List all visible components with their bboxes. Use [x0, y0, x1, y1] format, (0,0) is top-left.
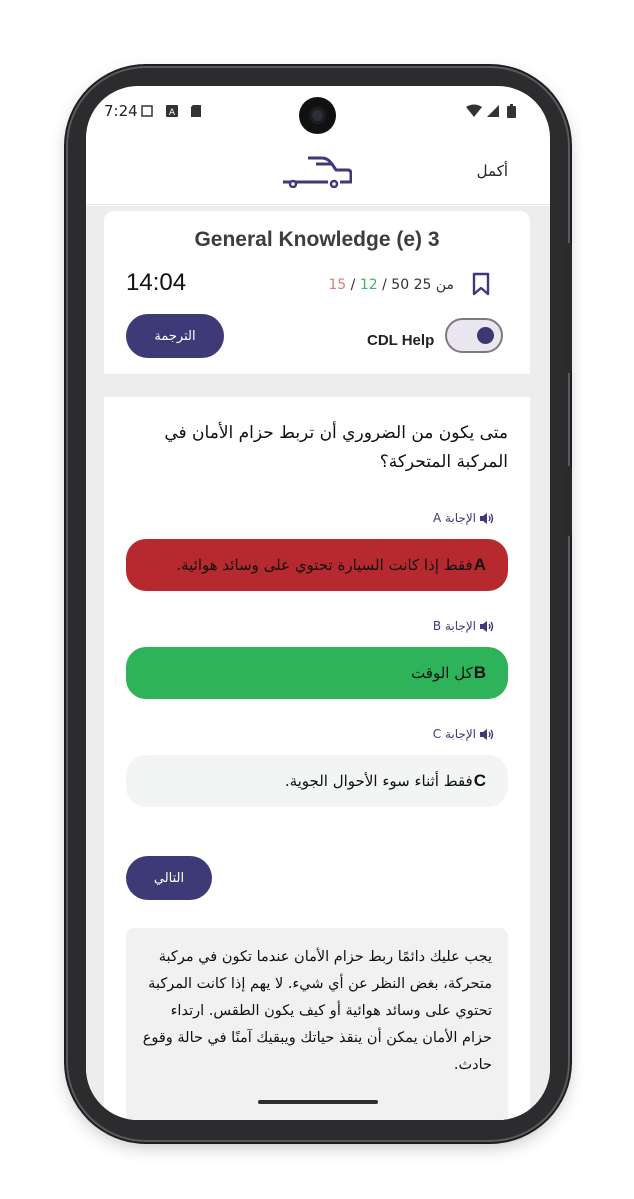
- answer-c-audio[interactable]: الإجابة C: [433, 727, 494, 741]
- done-button[interactable]: أكمل: [477, 162, 508, 180]
- answer-a-audio[interactable]: الإجابة A: [433, 511, 494, 525]
- answer-b-button[interactable]: كل الوقت B: [126, 647, 508, 699]
- svg-text:A: A: [169, 108, 176, 118]
- progress-counter: 15 / 12 / 50 من 25: [328, 277, 454, 293]
- answer-b-audio[interactable]: الإجابة B: [433, 619, 494, 633]
- page-title: General Knowledge (e) 3: [194, 228, 440, 251]
- bookmark-icon[interactable]: [472, 272, 490, 296]
- sd-card-icon: [191, 105, 201, 117]
- question-card: متى يكون من الضروري أن تربط حزام الأمان …: [104, 397, 530, 1120]
- front-camera: [299, 97, 336, 134]
- cdl-help-toggle[interactable]: [445, 318, 503, 353]
- question-text: متى يكون من الضروري أن تربط حزام الأمان …: [164, 423, 508, 472]
- app-bar: أكمل: [86, 138, 550, 205]
- answer-c-button[interactable]: فقط أثناء سوء الأحوال الجوية. C: [126, 755, 508, 807]
- wrong-count: 15: [328, 277, 347, 293]
- correct-count: 12: [359, 277, 378, 293]
- status-bar: 7:24 A: [86, 86, 550, 138]
- answer-a-text: فقط إذا كانت السيارة تحتوي على وسائد هوا…: [176, 556, 473, 574]
- status-time: 7:24: [104, 102, 138, 120]
- volume-button: [566, 466, 572, 536]
- screen: 7:24 A أكمل General Knowledge (e) 3 14:0…: [86, 86, 550, 1120]
- explanation-box: يجب عليك دائمًا ربط حزام الأمان عندما تك…: [126, 928, 508, 1120]
- next-button[interactable]: التالي: [126, 856, 212, 900]
- wifi-icon: [466, 104, 482, 117]
- signal-icon: [487, 105, 499, 117]
- truck-icon: [283, 156, 352, 188]
- toggle-knob: [477, 327, 494, 344]
- total-count: 50: [391, 277, 410, 293]
- battery-icon: [507, 104, 516, 118]
- answer-a-letter: A: [473, 555, 486, 574]
- speaker-icon: [480, 728, 494, 740]
- translate-button[interactable]: الترجمة: [126, 314, 224, 358]
- current-count: 25: [413, 277, 432, 293]
- explanation-text: يجب عليك دائمًا ربط حزام الأمان عندما تك…: [142, 949, 492, 1073]
- answer-c-text: فقط أثناء سوء الأحوال الجوية.: [284, 772, 473, 790]
- power-button: [566, 243, 572, 373]
- screenshot-icon: [141, 105, 153, 117]
- answer-b-letter: B: [473, 663, 486, 682]
- home-indicator[interactable]: [258, 1100, 378, 1104]
- content-area: General Knowledge (e) 3 14:04 15 / 12 / …: [86, 206, 550, 1120]
- speaker-icon: [480, 512, 494, 524]
- answer-b-text: كل الوقت: [411, 664, 473, 682]
- font-icon: A: [166, 105, 178, 118]
- cdl-help-label: CDL Help: [367, 332, 435, 349]
- answer-a-button[interactable]: فقط إذا كانت السيارة تحتوي على وسائد هوا…: [126, 539, 508, 591]
- answer-c-letter: C: [473, 771, 486, 790]
- speaker-icon: [480, 620, 494, 632]
- timer: 14:04: [126, 269, 187, 296]
- quiz-header-card: General Knowledge (e) 3 14:04 15 / 12 / …: [104, 211, 530, 374]
